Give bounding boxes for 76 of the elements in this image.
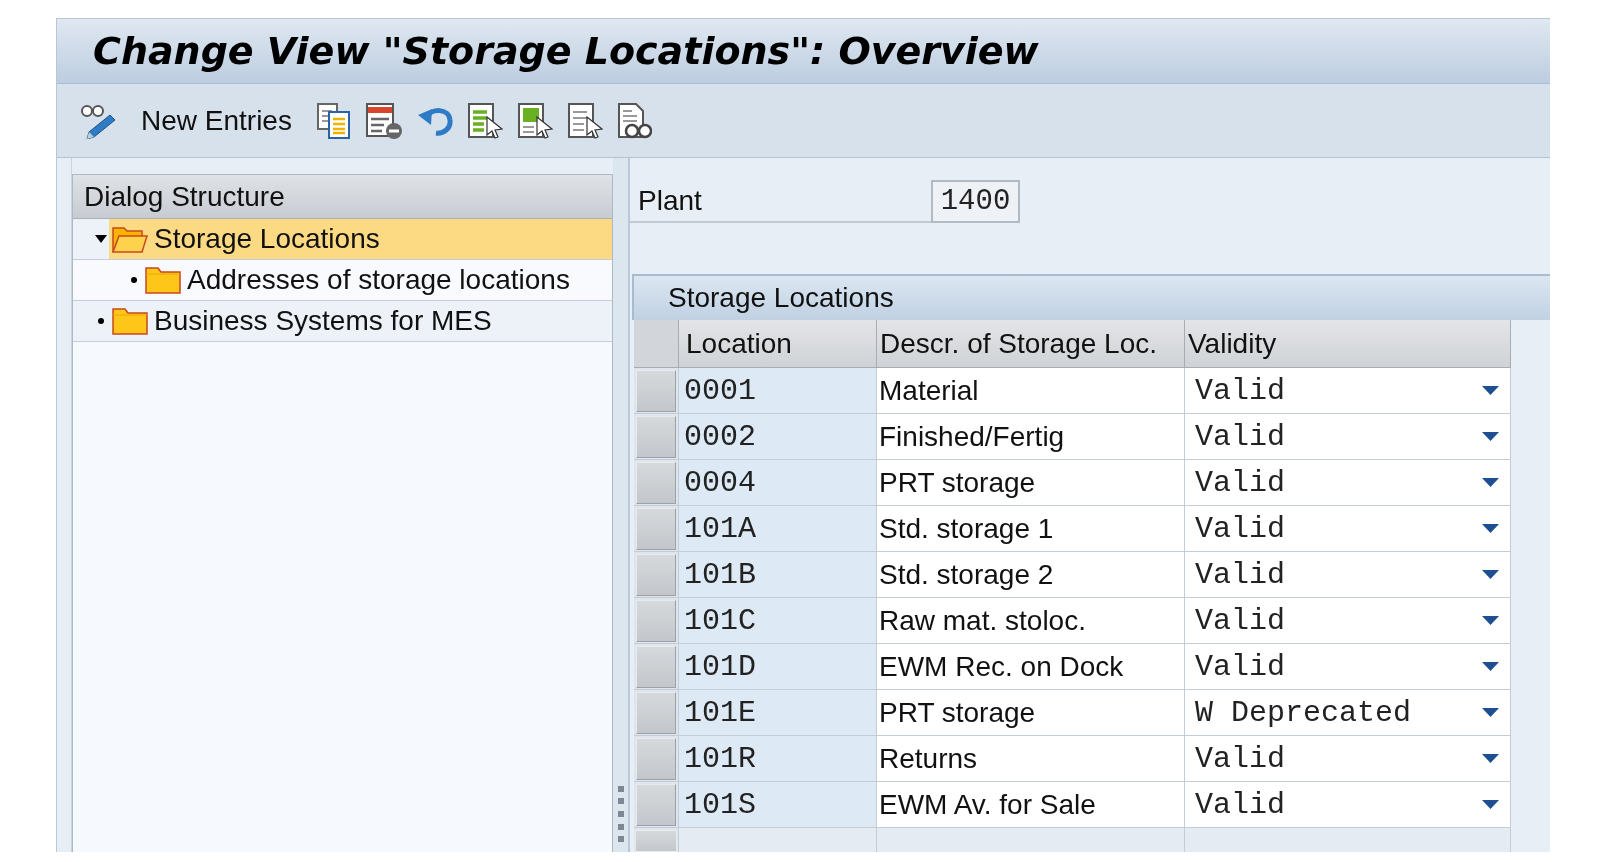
bullet-icon <box>98 318 104 324</box>
dropdown-field[interactable]: Valid <box>1185 414 1511 459</box>
text-field[interactable]: Material <box>877 368 1185 413</box>
plant-field[interactable]: 1400 <box>931 180 1020 223</box>
dropdown-caret-icon <box>1482 524 1499 533</box>
dropdown-caret-icon <box>1482 662 1499 671</box>
text-field[interactable]: Finished/Fertig <box>877 414 1185 459</box>
column-header: Descr. of Storage Loc. <box>880 329 1158 358</box>
table-title: Storage Locations <box>668 284 894 312</box>
table-cell: 101D <box>679 644 877 689</box>
text-field[interactable]: Std. storage 2 <box>877 552 1185 597</box>
table-cell: 101A <box>679 506 877 551</box>
document-glasses-icon[interactable] <box>617 102 652 139</box>
field-label: Plant <box>638 186 702 215</box>
folder-icon <box>112 307 148 335</box>
dropdown-caret-icon <box>1482 432 1499 441</box>
text-field[interactable]: Std. storage 1 <box>877 506 1185 551</box>
dropdown-field[interactable]: W Deprecated <box>1185 690 1511 735</box>
row-selector[interactable] <box>636 369 676 412</box>
table-cell: 101C <box>679 598 877 643</box>
row-selector[interactable] <box>636 507 676 550</box>
dropdown-field[interactable]: Valid <box>1185 782 1511 827</box>
column-header: Location <box>686 329 792 358</box>
dropdown-field[interactable]: Valid <box>1185 644 1511 689</box>
table-cell: 101S <box>679 782 877 827</box>
dropdown-caret-icon <box>1482 616 1499 625</box>
row-selector[interactable] <box>636 783 676 826</box>
glasses-pencil-icon[interactable] <box>80 102 116 139</box>
copy-icon[interactable] <box>316 102 351 139</box>
row-selector[interactable] <box>636 737 676 780</box>
dropdown-field[interactable]: Valid <box>1185 598 1511 643</box>
text-field[interactable]: EWM Rec. on Dock <box>877 644 1185 689</box>
row-selector[interactable] <box>636 645 676 688</box>
row-selector[interactable] <box>635 830 677 852</box>
dropdown-field[interactable]: Valid <box>1185 460 1511 505</box>
table-cell: 101B <box>679 552 877 597</box>
column-header: Validity <box>1188 329 1277 358</box>
dropdown-caret-icon <box>1482 754 1499 763</box>
splitter-grip-icon[interactable] <box>616 786 625 842</box>
window-title: Change View "Storage Locations": Overview <box>93 32 1039 70</box>
table-cell: 0004 <box>679 460 877 505</box>
text-field[interactable]: Returns <box>877 736 1185 781</box>
row-selector[interactable] <box>636 415 676 458</box>
row-selector[interactable] <box>636 553 676 596</box>
text-field[interactable]: PRT storage <box>877 690 1185 735</box>
table-cell: 0002 <box>679 414 877 459</box>
new-entries-button[interactable]: New Entries <box>141 106 292 135</box>
dropdown-caret-icon <box>1482 478 1499 487</box>
text-field[interactable]: EWM Av. for Sale <box>877 782 1185 827</box>
open-folder-icon <box>112 225 148 253</box>
dropdown-field[interactable]: Valid <box>1185 736 1511 781</box>
dropdown-field[interactable]: Valid <box>1185 368 1511 413</box>
dropdown-caret-icon <box>1482 570 1499 579</box>
dropdown-field[interactable]: Valid <box>1185 506 1511 551</box>
select-block-icon[interactable] <box>517 102 553 139</box>
deselect-all-icon[interactable] <box>567 102 603 139</box>
row-selector[interactable] <box>636 599 676 642</box>
dropdown-field[interactable]: Valid <box>1185 552 1511 597</box>
bullet-icon <box>131 277 137 283</box>
dropdown-caret-icon <box>1482 800 1499 809</box>
table-cell: 101E <box>679 690 877 735</box>
table-cell: 101R <box>679 736 877 781</box>
table-cell: 0001 <box>679 368 877 413</box>
delete-rows-icon[interactable] <box>365 102 402 139</box>
row-selector[interactable] <box>636 691 676 734</box>
text-field[interactable]: PRT storage <box>877 460 1185 505</box>
tree-item[interactable]: Storage Locations <box>109 219 612 259</box>
select-all-icon[interactable] <box>467 102 503 139</box>
panel-title: Dialog Structure <box>84 182 285 211</box>
expand-caret-icon[interactable] <box>95 234 107 244</box>
folder-icon <box>145 266 181 294</box>
row-selector[interactable] <box>636 461 676 504</box>
tree-item[interactable]: Addresses of storage locations <box>142 260 612 300</box>
dropdown-caret-icon <box>1482 708 1499 717</box>
dropdown-caret-icon <box>1482 386 1499 395</box>
text-field[interactable]: Raw mat. stoloc. <box>877 598 1185 643</box>
